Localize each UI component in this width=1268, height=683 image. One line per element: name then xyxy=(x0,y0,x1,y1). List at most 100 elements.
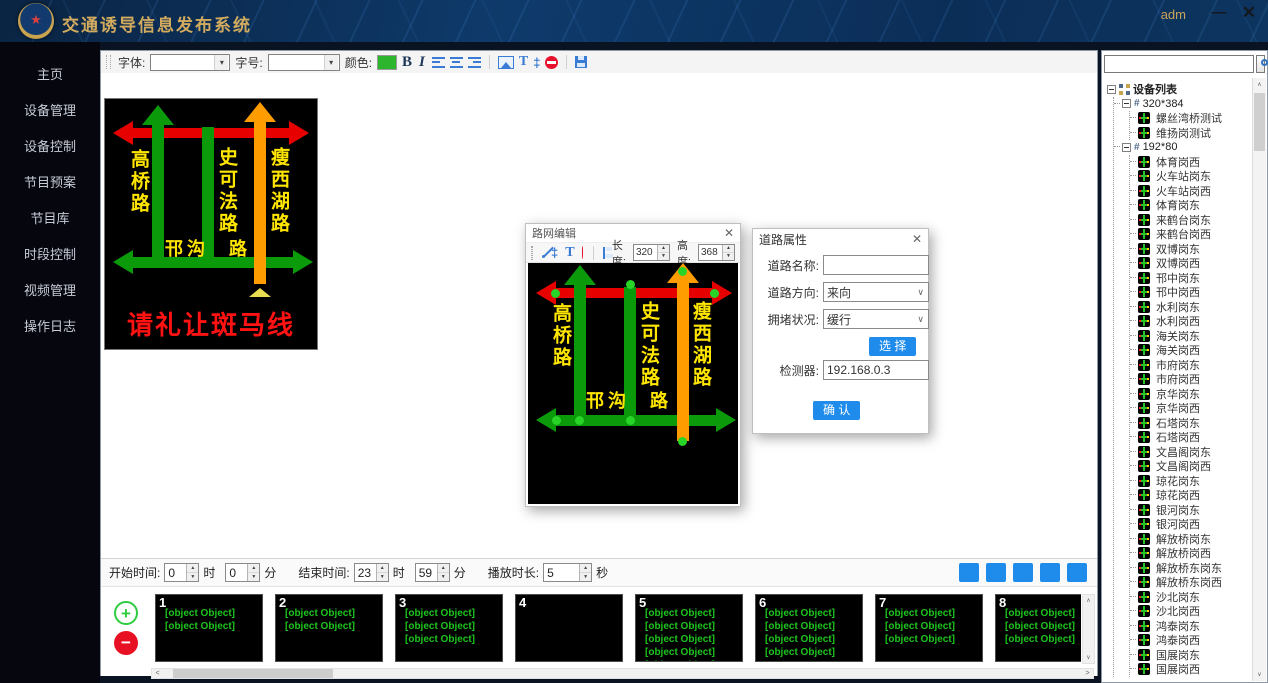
spinner[interactable]: ▲▼ xyxy=(722,245,734,260)
tree-device-item[interactable]: 螺丝湾桥测试 xyxy=(1130,111,1251,126)
tree-device-item[interactable]: 体育岗西 xyxy=(1130,155,1251,170)
playlist-thumb[interactable]: 6 [object Object][object Object][object … xyxy=(755,594,863,662)
tree-device-item[interactable]: 石塔岗东 xyxy=(1130,416,1251,431)
tree-device-item[interactable]: 文昌阁岗东 xyxy=(1130,445,1251,460)
sidebar-item[interactable]: 主页 xyxy=(0,55,100,91)
tree-device-item[interactable]: 国展岗东 xyxy=(1130,648,1251,663)
user-name[interactable]: adm xyxy=(1161,7,1186,22)
road-direction-select[interactable]: 来向 ∨ xyxy=(823,282,929,302)
save-button[interactable] xyxy=(575,56,587,68)
tree-device-item[interactable]: 京华岗东 xyxy=(1130,387,1251,402)
tree-device-item[interactable]: 市府岗东 xyxy=(1130,358,1251,373)
spinner[interactable]: ▲▼ xyxy=(579,564,591,581)
align-center-button[interactable] xyxy=(450,56,463,69)
align-right-button[interactable] xyxy=(468,56,481,69)
remove-program-button[interactable]: − xyxy=(114,631,138,655)
scrollbar-thumb[interactable] xyxy=(1254,93,1265,151)
collapse-icon[interactable] xyxy=(1122,143,1131,152)
add-program-button[interactable]: + xyxy=(114,601,138,625)
tree-device-item[interactable]: 琼花岗东 xyxy=(1130,474,1251,489)
tree-device-item[interactable]: 沙北岗西 xyxy=(1130,604,1251,619)
scrollbar-thumb[interactable] xyxy=(173,669,333,678)
tree-device-item[interactable]: 解放桥东岗西 xyxy=(1130,575,1251,590)
scrollbar-track[interactable] xyxy=(1253,91,1266,668)
tree-device-item[interactable]: 文昌阁岗西 xyxy=(1130,459,1251,474)
color-swatch[interactable] xyxy=(377,55,397,70)
chevron-down-icon[interactable]: ▾ xyxy=(214,55,228,70)
end-minute-value[interactable]: 59 xyxy=(416,564,437,581)
font-combobox[interactable]: ▾ xyxy=(150,54,230,71)
scroll-left-icon[interactable]: < xyxy=(152,669,163,678)
tree-device-item[interactable]: 维扬岗测试 xyxy=(1130,126,1251,141)
congestion-select[interactable]: 缓行 ∨ xyxy=(823,309,929,329)
start-hour-value[interactable]: 0 xyxy=(165,564,186,581)
road-network-canvas[interactable]: 高桥路 史可法路 瘦西湖路 邗沟 路 xyxy=(528,263,738,504)
duration-value[interactable]: 5 xyxy=(544,564,579,581)
sidebar-item[interactable]: 设备管理 xyxy=(0,91,100,127)
end-minute-stepper[interactable]: 59 ▲▼ xyxy=(415,563,450,582)
start-minute-stepper[interactable]: 0 ▲▼ xyxy=(225,563,260,582)
collapse-icon[interactable] xyxy=(1107,85,1116,94)
action-button[interactable] xyxy=(959,563,979,582)
playlist-thumb[interactable]: 8 [object Object][object Object][object … xyxy=(995,594,1081,662)
dialog-titlebar[interactable]: 道路属性 ✕ xyxy=(753,229,928,249)
scroll-down-icon[interactable]: ∨ xyxy=(1253,668,1266,681)
sidebar-item[interactable]: 节目库 xyxy=(0,199,100,235)
control-point[interactable] xyxy=(626,416,635,425)
scrollbar-track[interactable] xyxy=(163,669,1082,678)
spinner[interactable]: ▲▼ xyxy=(186,564,198,581)
height-stepper[interactable]: 368 ▲▼ xyxy=(698,244,735,261)
playlist-thumb[interactable]: 7 [object Object][object Object][object … xyxy=(875,594,983,662)
length-stepper[interactable]: 320 ▲▼ xyxy=(633,244,670,261)
tree-device-item[interactable]: 邗中岗西 xyxy=(1130,285,1251,300)
chevron-down-icon[interactable]: ▾ xyxy=(324,55,338,70)
tree-group-row[interactable]: # 320*384 xyxy=(1114,97,1251,112)
close-icon[interactable]: ✕ xyxy=(912,232,922,246)
italic-button[interactable]: I xyxy=(417,54,427,71)
close-icon[interactable]: ✕ xyxy=(724,226,734,240)
minimize-button[interactable]: — xyxy=(1208,2,1230,24)
sidebar-item[interactable]: 操作日志 xyxy=(0,307,100,343)
tree-device-item[interactable]: 来鹤台岗西 xyxy=(1130,227,1251,242)
start-hour-stepper[interactable]: 0 ▲▼ xyxy=(164,563,199,582)
spinner[interactable]: ▲▼ xyxy=(247,564,259,581)
tree-device-item[interactable]: 鸿泰岗西 xyxy=(1130,633,1251,648)
select-detector-button[interactable]: 选 择 xyxy=(869,337,916,356)
tree-device-item[interactable]: 石塔岗西 xyxy=(1130,430,1251,445)
save-button[interactable] xyxy=(603,247,605,259)
sidebar-item[interactable]: 视频管理 xyxy=(0,271,100,307)
spinner[interactable]: ▲▼ xyxy=(437,564,449,581)
end-hour-value[interactable]: 23 xyxy=(355,564,376,581)
scroll-up-icon[interactable]: ∧ xyxy=(1083,595,1094,606)
action-button[interactable] xyxy=(986,563,1006,582)
playlist-vertical-scrollbar[interactable]: ∧ ∨ xyxy=(1082,594,1095,664)
search-button[interactable] xyxy=(1256,55,1265,73)
duration-stepper[interactable]: 5 ▲▼ xyxy=(543,563,592,582)
align-left-button[interactable] xyxy=(432,56,445,69)
control-point[interactable] xyxy=(678,267,687,276)
font-size-combobox[interactable]: ▾ xyxy=(268,54,340,71)
action-button[interactable] xyxy=(1040,563,1060,582)
control-point[interactable] xyxy=(575,416,584,425)
tree-device-item[interactable]: 银河岗东 xyxy=(1130,503,1251,518)
tree-device-item[interactable]: 银河岗西 xyxy=(1130,517,1251,532)
sidebar-item[interactable]: 节目预案 xyxy=(0,163,100,199)
playlist-thumb[interactable]: 4 xyxy=(515,594,623,662)
tree-device-item[interactable]: 海关岗东 xyxy=(1130,329,1251,344)
detector-input[interactable]: 192.168.0.3 xyxy=(823,360,929,380)
control-point[interactable] xyxy=(626,280,635,289)
delete-button[interactable] xyxy=(582,246,584,259)
delete-button[interactable] xyxy=(545,56,558,69)
control-point[interactable] xyxy=(552,416,561,425)
control-point[interactable] xyxy=(710,289,719,298)
road-network-button[interactable]: ‡ xyxy=(533,55,540,70)
led-preview-panel[interactable]: 高桥路 史可法路 瘦西湖路 邗沟 路 请礼让斑马线 xyxy=(104,98,318,350)
start-minute-value[interactable]: 0 xyxy=(226,564,247,581)
action-button[interactable] xyxy=(1013,563,1033,582)
collapse-icon[interactable] xyxy=(1122,99,1131,108)
text-tool-button[interactable]: T xyxy=(565,245,574,261)
control-point[interactable] xyxy=(551,289,560,298)
action-button[interactable] xyxy=(1067,563,1087,582)
height-value[interactable]: 368 xyxy=(699,245,722,260)
bold-button[interactable]: B xyxy=(402,54,412,71)
